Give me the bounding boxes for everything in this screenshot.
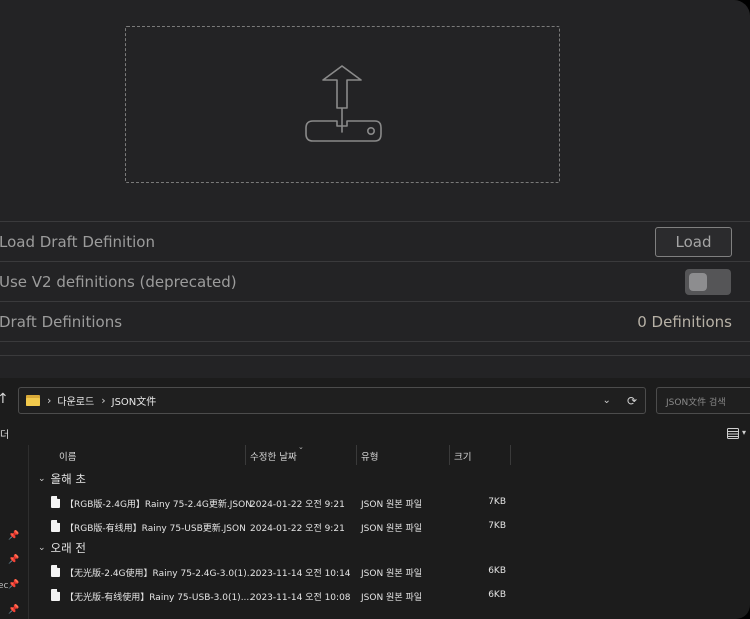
group-title: 올해 초 xyxy=(50,472,86,486)
file-type: JSON 원본 파일 xyxy=(361,500,423,510)
group-title: 오래 전 xyxy=(50,541,86,555)
chevron-down-icon[interactable]: ⌄ xyxy=(603,395,611,406)
breadcrumb-json-folder[interactable]: JSON文件 xyxy=(112,393,157,408)
load-draft-row: Load Draft Definition Load xyxy=(0,221,750,261)
sort-chevron-icon: ⌄ xyxy=(298,443,304,451)
group-header-long-ago[interactable]: ⌄ 오래 전 xyxy=(38,540,86,556)
pin-icon[interactable]: 📌 xyxy=(8,531,19,541)
file-icon xyxy=(51,520,60,532)
more-menu-fragment[interactable]: 더 xyxy=(0,426,9,441)
search-input[interactable]: JSON文件 검색 xyxy=(656,387,750,414)
pin-icon[interactable]: 📌 xyxy=(8,555,19,565)
file-name: 【无光版-有线使用】Rainy 75-USB-3.0(1).... xyxy=(65,593,253,603)
pin-icon[interactable]: 📌 xyxy=(8,580,19,590)
address-bar[interactable]: › 다운로드 › JSON文件 ⌄ ⟳ xyxy=(18,387,646,414)
up-arrow-icon[interactable]: ↑ xyxy=(0,391,9,407)
chevron-down-icon: ⌄ xyxy=(38,543,46,553)
column-header-type[interactable]: 유형 xyxy=(361,445,378,465)
chevron-right-icon: › xyxy=(47,394,52,407)
column-header-size[interactable]: 크기 xyxy=(454,445,471,465)
column-header-date[interactable]: 수정한 날짜 xyxy=(250,445,297,465)
refresh-icon[interactable]: ⟳ xyxy=(627,394,637,408)
use-v2-label: Use V2 definitions (deprecated) xyxy=(0,272,237,291)
row-divider xyxy=(0,341,750,342)
pin-icon[interactable]: 📌 xyxy=(8,605,19,615)
file-icon xyxy=(51,496,60,508)
file-date: 2023-11-14 오전 10:14 xyxy=(250,569,351,579)
draft-definitions-row: Draft Definitions 0 Definitions xyxy=(0,301,750,341)
file-date: 2024-01-22 오전 9:21 xyxy=(250,524,345,534)
app-panel: Load Draft Definition Load Use V2 defini… xyxy=(0,0,750,378)
navigation-pane: 📌 📌 📌 📌 xyxy=(0,445,29,619)
file-name: 【无光版-2.4G使用】Rainy 75-2.4G-3.0(1).... xyxy=(65,569,259,579)
use-v2-row: Use V2 definitions (deprecated) xyxy=(0,261,750,301)
file-type: JSON 원본 파일 xyxy=(361,569,423,579)
file-type: JSON 원본 파일 xyxy=(361,593,423,603)
file-name: 【RGB版-有线用】Rainy 75-USB更新.JSON xyxy=(65,524,246,534)
file-icon xyxy=(51,565,60,577)
file-list: 이름 ⌄ 수정한 날짜 유형 크기 ⌄ 올해 초 【RGB版-2.4G用】Rai… xyxy=(34,443,750,619)
file-row[interactable]: 【无光版-有线使用】Rainy 75-USB-3.0(1).... 2023-1… xyxy=(34,586,750,606)
file-type: JSON 원본 파일 xyxy=(361,524,423,534)
panel-bottom-divider xyxy=(0,355,750,356)
file-date: 2023-11-14 오전 10:08 xyxy=(250,593,351,603)
file-size: 7KB xyxy=(488,497,506,507)
sidebar-item-fragment[interactable]: ec xyxy=(0,581,9,591)
view-options-chevron-icon[interactable]: ▾ xyxy=(742,428,746,437)
file-row[interactable]: 【无光版-2.4G使用】Rainy 75-2.4G-3.0(1).... 202… xyxy=(34,562,750,582)
toggle-knob xyxy=(689,272,707,291)
use-v2-toggle[interactable] xyxy=(685,268,731,295)
file-explorer: ↑ › 다운로드 › JSON文件 ⌄ ⟳ JSON文件 검색 더 ▾ 📌 📌 … xyxy=(0,378,750,619)
file-icon xyxy=(51,589,60,601)
file-date: 2024-01-22 오전 9:21 xyxy=(250,500,345,510)
file-size: 7KB xyxy=(488,521,506,531)
upload-icon xyxy=(305,65,382,142)
list-view-icon[interactable] xyxy=(727,428,739,439)
folder-icon xyxy=(26,395,40,406)
file-dropzone[interactable] xyxy=(125,26,560,183)
draft-definitions-count: 0 Definitions xyxy=(637,312,732,331)
draft-definitions-label: Draft Definitions xyxy=(0,312,123,331)
file-size: 6KB xyxy=(488,590,506,600)
file-row[interactable]: 【RGB版-有线用】Rainy 75-USB更新.JSON 2024-01-22… xyxy=(34,517,750,537)
chevron-right-icon: › xyxy=(101,394,106,407)
group-header-early-this-year[interactable]: ⌄ 올해 초 xyxy=(38,471,86,487)
load-draft-label: Load Draft Definition xyxy=(0,232,155,251)
breadcrumb-downloads[interactable]: 다운로드 xyxy=(57,393,94,408)
column-header-name[interactable]: 이름 xyxy=(59,445,76,465)
file-row[interactable]: 【RGB版-2.4G用】Rainy 75-2.4G更新.JSON 2024-01… xyxy=(34,493,750,513)
file-size: 6KB xyxy=(488,566,506,576)
file-name: 【RGB版-2.4G用】Rainy 75-2.4G更新.JSON xyxy=(65,500,252,510)
load-button[interactable]: Load xyxy=(655,226,732,257)
chevron-down-icon: ⌄ xyxy=(38,474,46,484)
